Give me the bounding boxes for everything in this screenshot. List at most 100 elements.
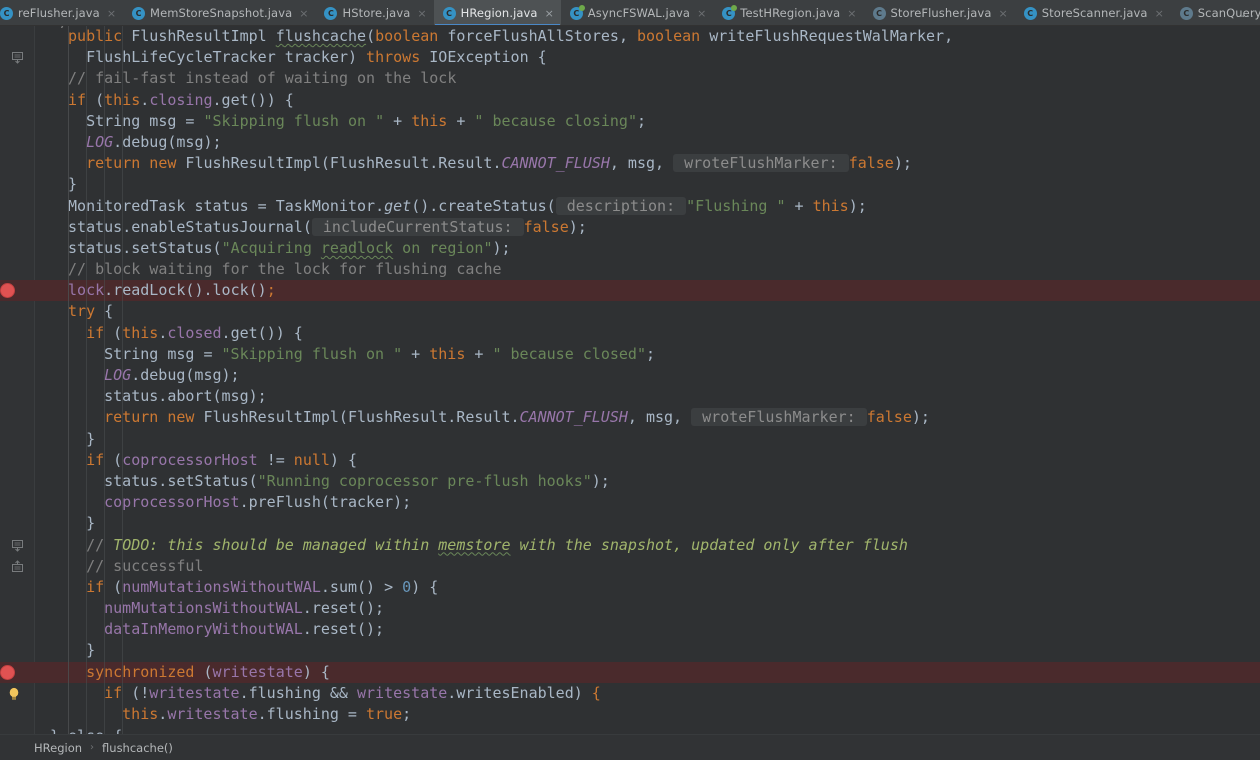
code-token: this: [429, 345, 465, 363]
code-token: );: [912, 408, 930, 426]
code-token: TODO: this should be managed within: [113, 536, 438, 554]
close-icon[interactable]: ×: [1155, 8, 1164, 19]
code-token: writestate: [149, 684, 239, 702]
intention-bulb-icon[interactable]: [6, 686, 22, 702]
code-token: " because closing": [474, 112, 637, 130]
code-line[interactable]: status.enableStatusJournal( includeCurre…: [34, 217, 1260, 238]
code-token: try: [68, 302, 104, 320]
code-line-text: public FlushResultImpl flushcache(boolea…: [50, 27, 953, 45]
code-line-text: lock.readLock().lock();: [50, 281, 276, 299]
editor-tab-reflusher[interactable]: CreFlusher.java×: [0, 0, 123, 26]
close-icon[interactable]: ×: [847, 8, 856, 19]
code-token: return: [86, 154, 149, 172]
code-line-text: // fail-fast instead of waiting on the l…: [50, 69, 456, 87]
code-token: "Flushing ": [686, 197, 785, 215]
code-fold-icon[interactable]: [11, 539, 24, 552]
code-line[interactable]: LOG.debug(msg);: [34, 365, 1260, 386]
code-line[interactable]: // fail-fast instead of waiting on the l…: [34, 68, 1260, 89]
code-token: !=: [258, 451, 294, 469]
code-line[interactable]: if (this.closing.get()) {: [34, 90, 1260, 111]
close-icon[interactable]: ×: [545, 8, 554, 19]
code-token: .writesEnabled): [447, 684, 592, 702]
code-line[interactable]: }: [34, 513, 1260, 534]
code-line[interactable]: return new FlushResultImpl(FlushResult.R…: [34, 407, 1260, 428]
code-line-breakpoint[interactable]: synchronized (writestate) {: [34, 662, 1260, 683]
code-line[interactable]: if (numMutationsWithoutWAL.sum() > 0) {: [34, 577, 1260, 598]
code-line[interactable]: return new FlushResultImpl(FlushResult.R…: [34, 153, 1260, 174]
code-line-text: String msg = "Skipping flush on " + this…: [50, 112, 646, 130]
code-token: if: [86, 578, 113, 596]
code-line[interactable]: try {: [34, 301, 1260, 322]
code-line[interactable]: }: [34, 640, 1260, 661]
code-line[interactable]: numMutationsWithoutWAL.reset();: [34, 598, 1260, 619]
code-token: LOG: [104, 366, 131, 384]
editor-tab-asyncfswal[interactable]: CAsyncFSWAL.java×: [561, 0, 713, 26]
code-token: (!: [131, 684, 149, 702]
code-line[interactable]: if (this.closed.get()) {: [34, 323, 1260, 344]
code-line[interactable]: status.setStatus("Running coprocessor pr…: [34, 471, 1260, 492]
code-line-text: // TODO: this should be managed within m…: [50, 536, 908, 554]
code-line[interactable]: status.setStatus("Acquiring readlock on …: [34, 238, 1260, 259]
code-fold-icon[interactable]: [11, 51, 24, 64]
code-line-breakpoint[interactable]: lock.readLock().lock();: [34, 280, 1260, 301]
code-token: throws: [366, 48, 429, 66]
breakpoint-icon[interactable]: [1, 284, 14, 297]
code-token: }: [86, 514, 95, 532]
code-line[interactable]: if (coprocessorHost != null) {: [34, 450, 1260, 471]
code-token: description:: [556, 197, 686, 215]
editor-tab-hregion[interactable]: CHRegion.java×: [434, 0, 561, 26]
close-icon[interactable]: ×: [999, 8, 1008, 19]
code-line[interactable]: this.writestate.flushing = true;: [34, 704, 1260, 725]
close-icon[interactable]: ×: [299, 8, 308, 19]
breadcrumb-item-hregion[interactable]: HRegion: [32, 741, 84, 755]
code-line[interactable]: coprocessorHost.preFlush(tracker);: [34, 492, 1260, 513]
code-line-text: numMutationsWithoutWAL.reset();: [50, 599, 384, 617]
code-line[interactable]: }: [34, 174, 1260, 195]
code-token: .sum() >: [321, 578, 402, 596]
code-fold-icon[interactable]: [11, 560, 24, 573]
close-icon[interactable]: ×: [107, 8, 116, 19]
editor-tab-bar: CreFlusher.java×CMemStoreSnapshot.java×C…: [0, 0, 1260, 26]
code-token: coprocessorHost: [104, 493, 239, 511]
editor-tab-hstore[interactable]: CHStore.java×: [315, 0, 433, 26]
code-content[interactable]: public FlushResultImpl flushcache(boolea…: [34, 26, 1260, 734]
breadcrumb-item-flushcache[interactable]: flushcache(): [100, 741, 175, 755]
code-line[interactable]: }: [34, 429, 1260, 450]
code-token: .flushing &&: [240, 684, 357, 702]
code-line[interactable]: FlushLifeCycleTracker tracker) throws IO…: [34, 47, 1260, 68]
code-line[interactable]: dataInMemoryWithoutWAL.reset();: [34, 619, 1260, 640]
code-line-text: LOG.debug(msg);: [50, 366, 240, 384]
code-line-text: synchronized (writestate) {: [50, 663, 330, 681]
code-line[interactable]: String msg = "Skipping flush on " + this…: [34, 111, 1260, 132]
java-test-class-icon: C: [570, 7, 583, 20]
code-line[interactable]: public FlushResultImpl flushcache(boolea…: [34, 26, 1260, 47]
code-token: " because closed": [492, 345, 646, 363]
code-line[interactable]: if (!writestate.flushing && writestate.w…: [34, 683, 1260, 704]
code-line[interactable]: // TODO: this should be managed within m…: [34, 535, 1260, 556]
code-line[interactable]: status.abort(msg);: [34, 386, 1260, 407]
code-token: if: [68, 91, 95, 109]
breakpoint-icon[interactable]: [1, 666, 14, 679]
editor-tab-testhregion[interactable]: CTestHRegion.java×: [713, 0, 863, 26]
close-icon[interactable]: ×: [697, 8, 706, 19]
code-editor[interactable]: */ public FlushResultImpl flushcache(boo…: [0, 26, 1260, 734]
code-line-text: FlushLifeCycleTracker tracker) throws IO…: [50, 48, 547, 66]
code-token: false: [867, 408, 912, 426]
code-token: CANNOT_FLUSH: [520, 408, 628, 426]
editor-gutter[interactable]: [0, 26, 34, 734]
code-line[interactable]: String msg = "Skipping flush on " + this…: [34, 344, 1260, 365]
code-line[interactable]: // successful: [34, 556, 1260, 577]
close-icon[interactable]: ×: [417, 8, 426, 19]
code-token: (: [203, 663, 212, 681]
code-token: );: [894, 154, 912, 172]
code-line[interactable]: MonitoredTask status = TaskMonitor.get()…: [34, 196, 1260, 217]
tab-overflow-icon[interactable]: …: [1237, 0, 1258, 26]
code-token: +: [447, 112, 474, 130]
code-token: , msg,: [610, 154, 673, 172]
editor-tab-storescanner[interactable]: CStoreScanner.java×: [1015, 0, 1171, 26]
editor-tab-storeflusher[interactable]: CStoreFlusher.java×: [864, 0, 1015, 26]
code-line[interactable]: // block waiting for the lock for flushi…: [34, 259, 1260, 280]
code-line[interactable]: LOG.debug(msg);: [34, 132, 1260, 153]
editor-tab-memstoresnapshot[interactable]: CMemStoreSnapshot.java×: [123, 0, 315, 26]
code-line-text: String msg = "Skipping flush on " + this…: [50, 345, 655, 363]
